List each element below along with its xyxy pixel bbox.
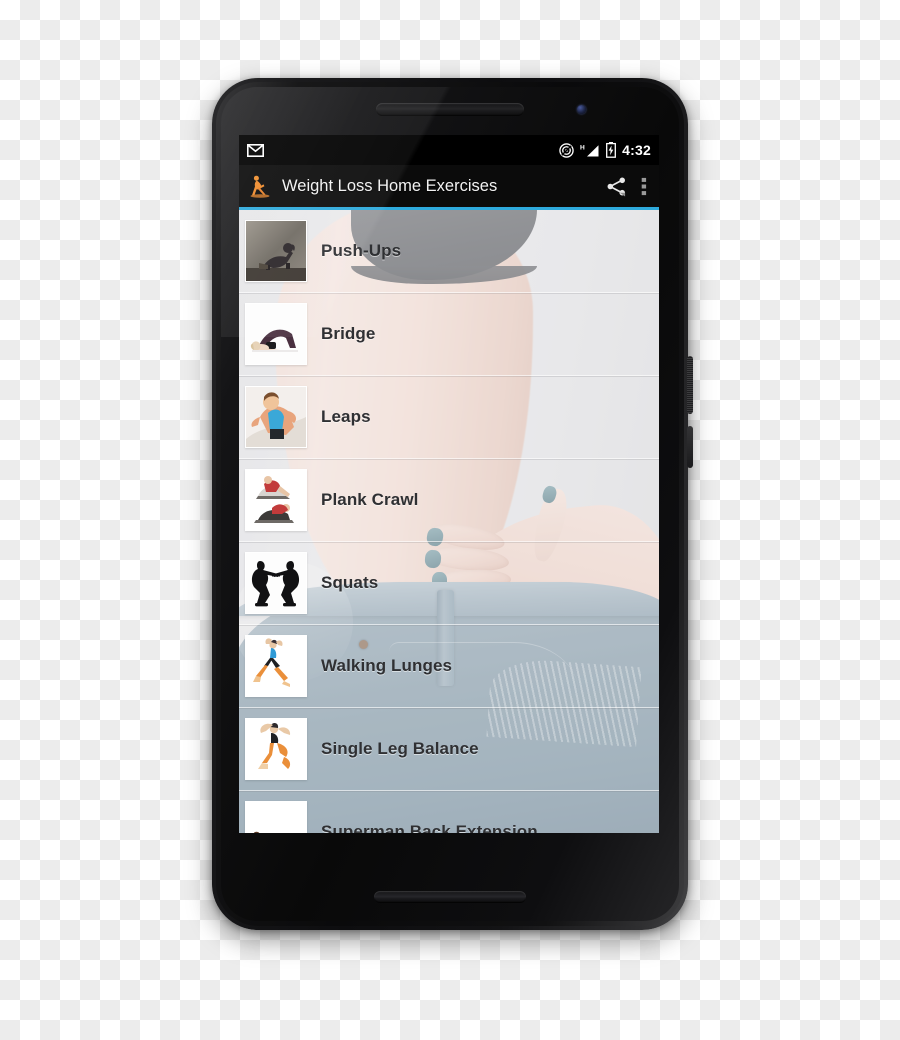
list-item[interactable]: Squats: [239, 542, 659, 625]
list-item-label: Push-Ups: [321, 241, 402, 260]
status-bar-clock: 4:32: [622, 142, 651, 158]
accent-underline: [239, 207, 659, 210]
android-smartphone: H 4:32 Weight Loss Home Exercises Push-U…: [212, 78, 693, 930]
status-bar-notifications: [247, 143, 264, 157]
list-item[interactable]: Leaps: [239, 376, 659, 459]
gmail-icon: [247, 143, 264, 157]
list-item[interactable]: Push-Ups: [239, 210, 659, 293]
superman-back-extension-thumb: [245, 801, 307, 833]
earpiece-speaker-icon: [376, 103, 524, 116]
svg-text:H: H: [580, 144, 585, 151]
status-bar-system-icons: H 4:32: [559, 142, 651, 158]
list-item[interactable]: Plank Crawl: [239, 459, 659, 542]
app-title: Weight Loss Home Exercises: [282, 176, 498, 195]
list-item-label: Squats: [321, 573, 379, 592]
front-camera-icon: [577, 105, 586, 114]
pushups-photo-thumb: [245, 220, 307, 282]
volume-button[interactable]: [687, 426, 693, 468]
list-item[interactable]: Walking Lunges: [239, 625, 659, 708]
leaps-photo-thumb: [245, 386, 307, 448]
plank-crawl-thumb: [245, 469, 307, 531]
exercise-list[interactable]: Push-Ups Bridge Leaps Plank Crawl Squats…: [239, 210, 659, 833]
squats-silhouette-thumb: [245, 552, 307, 614]
list-item[interactable]: Bridge: [239, 293, 659, 376]
phone-screen: H 4:32 Weight Loss Home Exercises Push-U…: [239, 135, 659, 833]
hspa-signal-icon: H: [580, 144, 599, 156]
single-leg-balance-thumb: [245, 718, 307, 780]
list-item[interactable]: Superman Back Extension: [239, 791, 659, 833]
list-item-label: Superman Back Extension: [321, 822, 538, 833]
list-item-label: Plank Crawl: [321, 490, 419, 509]
status-bar: H 4:32: [239, 135, 659, 165]
walking-lunges-thumb: [245, 635, 307, 697]
exercise-list-screen: Push-Ups Bridge Leaps Plank Crawl Squats…: [239, 210, 659, 833]
cast-icon: [559, 142, 574, 158]
list-item-label: Walking Lunges: [321, 656, 453, 675]
overflow-menu-icon[interactable]: [641, 176, 647, 197]
list-item-label: Bridge: [321, 324, 376, 343]
stretching-person-icon: [250, 175, 270, 198]
bridge-pose-thumb: [245, 303, 307, 365]
list-item-label: Single Leg Balance: [321, 739, 479, 758]
app-bar: Weight Loss Home Exercises: [239, 165, 659, 207]
battery-charging-icon: [606, 142, 617, 158]
list-item-label: Leaps: [321, 407, 371, 426]
phone-front-face: H 4:32 Weight Loss Home Exercises Push-U…: [221, 87, 679, 921]
share-icon[interactable]: [606, 176, 627, 197]
power-button[interactable]: [687, 356, 693, 414]
bottom-speaker-grille: [374, 891, 526, 903]
app-bar-actions: [606, 176, 651, 197]
list-item[interactable]: Single Leg Balance: [239, 708, 659, 791]
